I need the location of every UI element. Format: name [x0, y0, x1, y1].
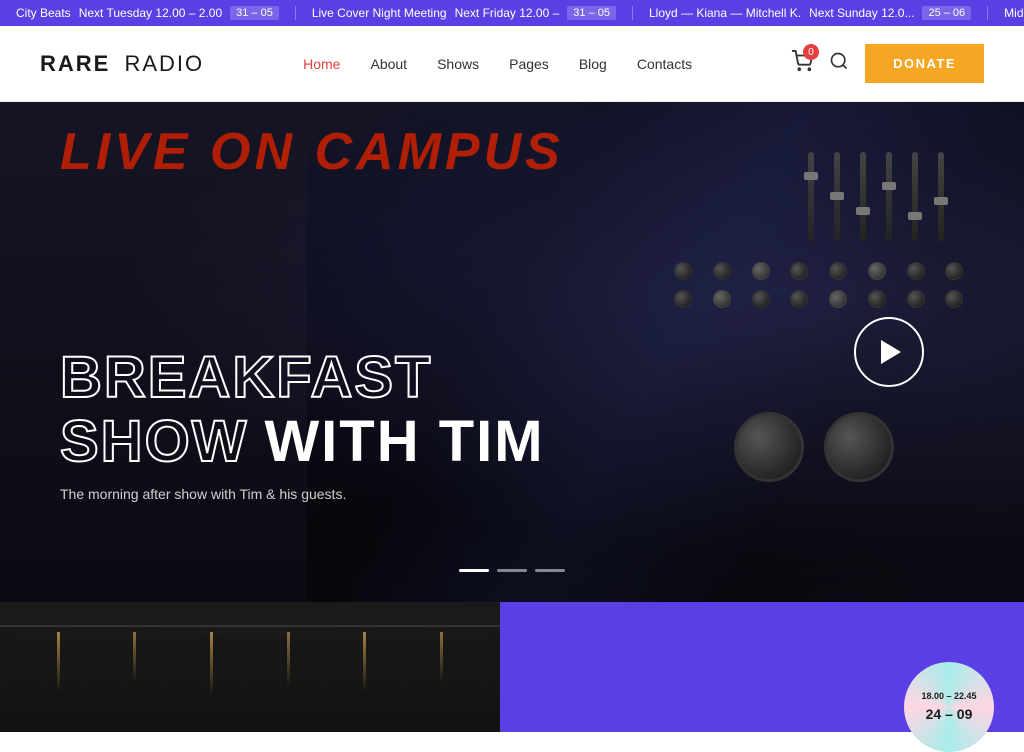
logo[interactable]: RARE RADIO	[40, 51, 204, 77]
hero-title-with-tim: WITH TIM	[264, 410, 544, 474]
header-actions: 0 DONATE	[791, 44, 984, 83]
ticker-time-1: Next Tuesday 12.00 – 2.00	[79, 6, 222, 20]
nav-shows[interactable]: Shows	[437, 56, 479, 72]
ticker-date-2: 31 – 05	[567, 6, 616, 20]
ticker-time-2: Next Friday 12.00 –	[455, 6, 560, 20]
ticker-time-3: Next Sunday 12.0...	[809, 6, 914, 20]
search-button[interactable]	[829, 51, 849, 76]
logo-radio: RADIO	[124, 51, 204, 76]
slide-dot-1[interactable]	[459, 569, 489, 572]
hero-section: LIVE ON CAMPUS BREAKFAST SHOW WITH TIM T…	[0, 102, 1024, 602]
donate-button[interactable]: DONATE	[865, 44, 984, 83]
ticker-item-2: Live Cover Night Meeting Next Friday 12.…	[296, 6, 633, 20]
nav-pages[interactable]: Pages	[509, 56, 549, 72]
ticker-item-4: Midday	[988, 6, 1024, 20]
ticker-title-1: City Beats	[16, 6, 71, 20]
badge-date: 24 – 09	[926, 705, 973, 723]
ticker-title-3: Lloyd — Kiana — Mitchell K.	[649, 6, 801, 20]
play-icon	[881, 340, 901, 364]
badge-time: 18.00 – 22.45	[921, 691, 976, 703]
ticker-date-3: 25 – 06	[922, 6, 971, 20]
hero-title-line1: BREAKFAST	[60, 346, 545, 410]
bottom-image-left	[0, 602, 500, 732]
nav-contacts[interactable]: Contacts	[637, 56, 692, 72]
nav-home[interactable]: Home	[303, 56, 340, 72]
bottom-purple-section: 18.00 – 22.45 24 – 09	[500, 602, 1024, 732]
bottom-section: 18.00 – 22.45 24 – 09	[0, 602, 1024, 732]
ticker-bar: City Beats Next Tuesday 12.00 – 2.00 31 …	[0, 0, 1024, 26]
ticker-item-3: Lloyd — Kiana — Mitchell K. Next Sunday …	[633, 6, 988, 20]
slide-dot-3[interactable]	[535, 569, 565, 572]
slide-indicators	[459, 569, 565, 572]
ticker-date-1: 31 – 05	[230, 6, 279, 20]
slide-dot-2[interactable]	[497, 569, 527, 572]
ticker-title-2: Live Cover Night Meeting	[312, 6, 447, 20]
ticker-item-1: City Beats Next Tuesday 12.00 – 2.00 31 …	[0, 6, 296, 20]
cart-button[interactable]: 0	[791, 50, 813, 77]
hero-title-show: SHOW	[60, 410, 248, 474]
event-badge: 18.00 – 22.45 24 – 09	[904, 662, 994, 752]
logo-rare: RARE	[40, 51, 110, 76]
cart-badge: 0	[803, 44, 819, 60]
ticker-title-4: Midday	[1004, 6, 1024, 20]
nav-about[interactable]: About	[370, 56, 407, 72]
hero-subtitle: The morning after show with Tim & his gu…	[60, 486, 545, 502]
play-button[interactable]	[854, 317, 924, 387]
header: RARE RADIO Home About Shows Pages Blog C…	[0, 26, 1024, 102]
nav-blog[interactable]: Blog	[579, 56, 607, 72]
main-nav: Home About Shows Pages Blog Contacts	[303, 56, 692, 72]
hero-content: BREAKFAST SHOW WITH TIM The morning afte…	[60, 346, 545, 502]
